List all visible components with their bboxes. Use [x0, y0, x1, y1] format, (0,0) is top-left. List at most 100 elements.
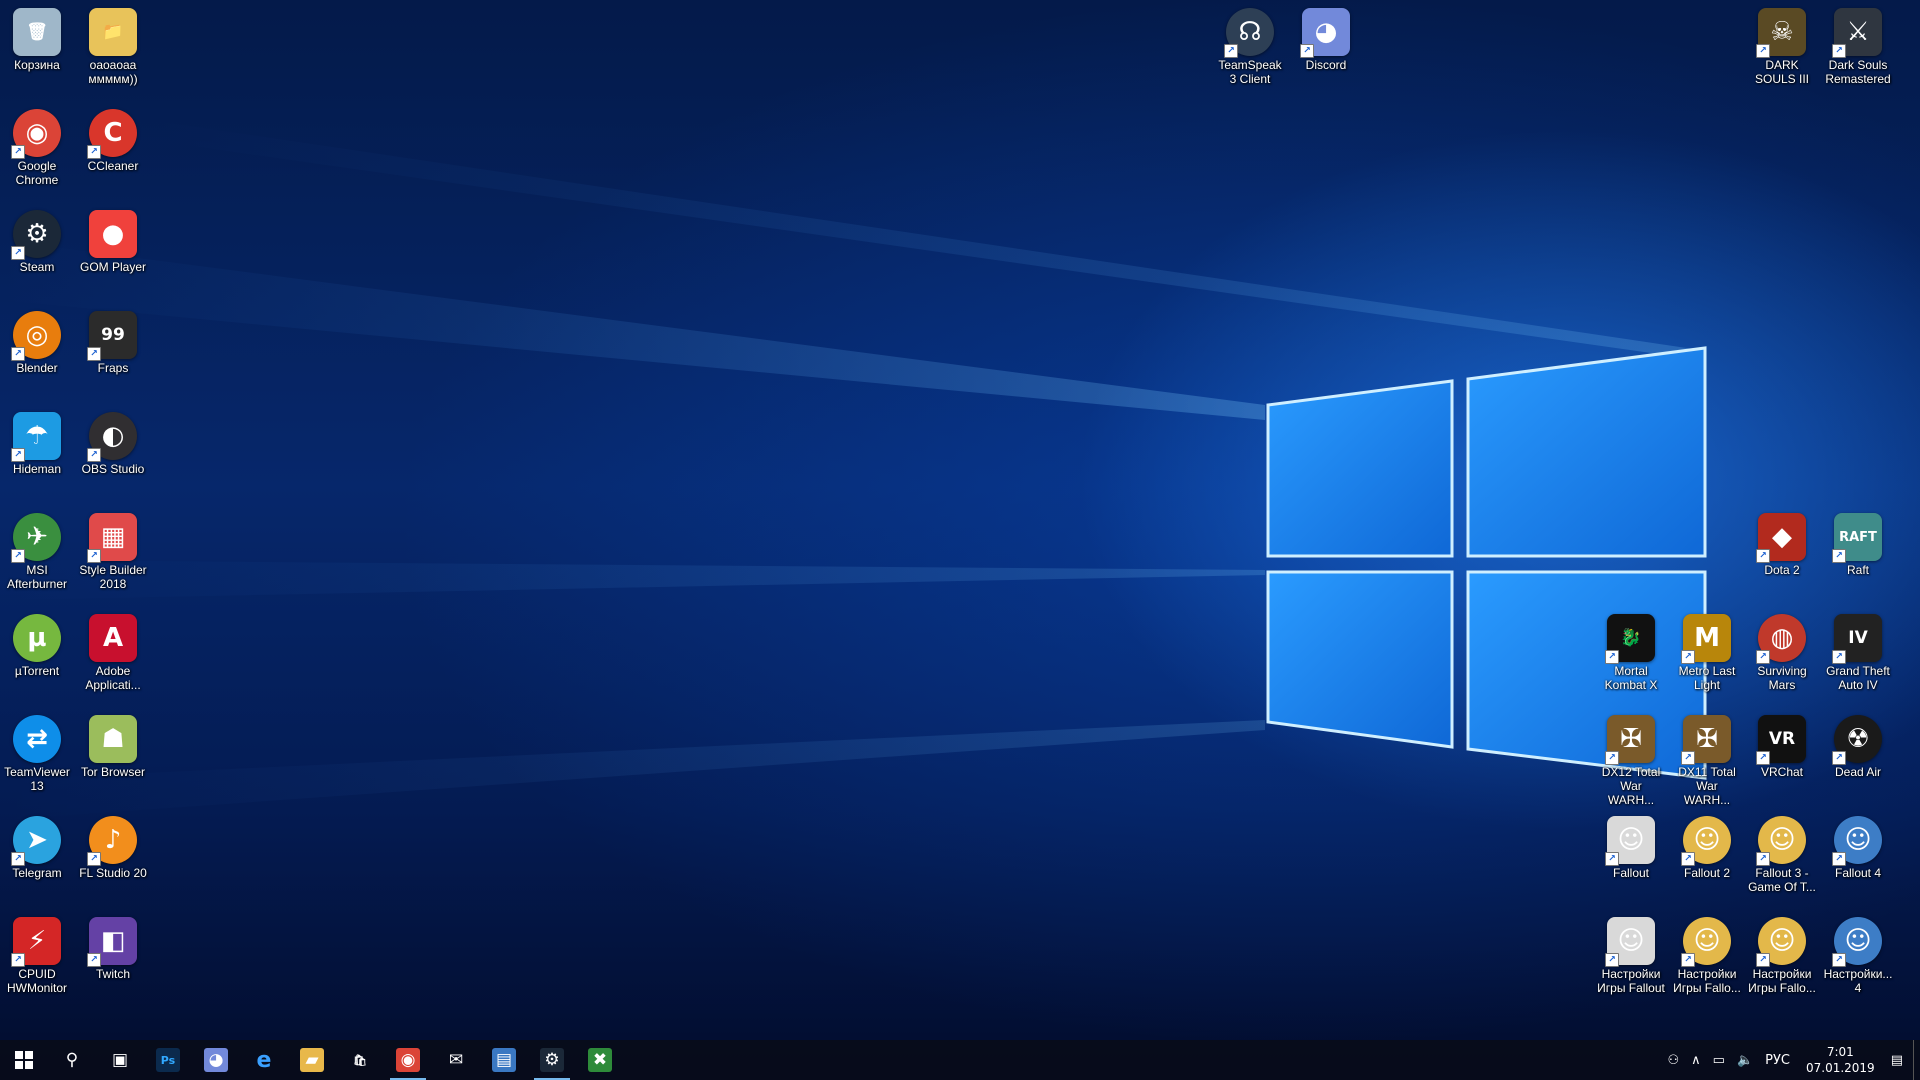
- desktop-icon-label: Fallout 4: [1834, 866, 1882, 880]
- desktop-icon-label: Dead Air: [1834, 765, 1882, 779]
- desktop-icon-obs-studio[interactable]: ◐ ↗ OBS Studio: [77, 408, 149, 476]
- shortcut-arrow-icon: ↗: [1756, 953, 1770, 967]
- desktop-icon-fallout[interactable]: ☺ ↗ Fallout: [1595, 812, 1667, 880]
- taskbar-mail-button[interactable]: ✉: [432, 1040, 480, 1080]
- photoshop-icon: Ps: [156, 1048, 180, 1072]
- show-desktop-button[interactable]: [1913, 1040, 1920, 1080]
- desktop-icon-raft[interactable]: RAFT ↗ Raft: [1822, 509, 1894, 577]
- desktop-icon-dark-souls-3[interactable]: ☠ ↗ DARK SOULS III: [1746, 4, 1818, 86]
- shortcut-arrow-icon: ↗: [1756, 852, 1770, 866]
- desktop-icon-teamviewer[interactable]: ⇄ TeamViewer 13: [1, 711, 73, 793]
- desktop-icon-surviving-mars[interactable]: ◍ ↗ Surviving Mars: [1746, 610, 1818, 692]
- desktop-icon-google-chrome[interactable]: ◉ ↗ Google Chrome: [1, 105, 73, 187]
- desktop-icon-dota-2[interactable]: ◆ ↗ Dota 2: [1746, 509, 1818, 577]
- desktop-icon-vrchat[interactable]: VR ↗ VRChat: [1746, 711, 1818, 779]
- desktop-icon-fallout-2-settings[interactable]: ☺ ↗ Настройки Игры Fallo...: [1671, 913, 1743, 995]
- style-builder-icon: ▦ ↗: [87, 513, 137, 563]
- language-indicator[interactable]: РУС: [1759, 1040, 1796, 1080]
- desktop-icon-label: µTorrent: [14, 664, 60, 678]
- start-button[interactable]: [0, 1040, 48, 1080]
- desktop-icon-fraps[interactable]: 99 ↗ Fraps: [77, 307, 149, 375]
- shortcut-arrow-icon: ↗: [87, 145, 101, 159]
- shortcut-arrow-icon: ↗: [87, 953, 101, 967]
- desktop-icon-fallout-4-settings[interactable]: ☺ ↗ Настройки... 4: [1822, 913, 1894, 995]
- shortcut-arrow-icon: ↗: [1681, 953, 1695, 967]
- desktop-icon-ccleaner[interactable]: C ↗ CCleaner: [77, 105, 149, 173]
- desktop-icon-adobe-application[interactable]: A Adobe Applicati...: [77, 610, 149, 692]
- shortcut-arrow-icon: ↗: [11, 448, 25, 462]
- taskbar-window-button[interactable]: ▤: [480, 1040, 528, 1080]
- desktop-icon-label: Fallout 3 - Game Of T...: [1748, 866, 1816, 894]
- desktop-icon-label: Adobe Applicati...: [85, 664, 141, 692]
- shortcut-arrow-icon: ↗: [1756, 549, 1770, 563]
- msi-afterburner-icon: ✈ ↗: [11, 513, 61, 563]
- desktop-icon-fallout-2[interactable]: ☺ ↗ Fallout 2: [1671, 812, 1743, 880]
- desktop-icon-label: Style Builder 2018: [79, 563, 147, 591]
- desktop-icon-teamspeak[interactable]: ☊ ↗ TeamSpeak 3 Client: [1214, 4, 1286, 86]
- desktop-icon-dx11-total-war[interactable]: ✠ ↗ DX11 Total War WARH...: [1671, 711, 1743, 807]
- desktop-icon-label: FL Studio 20: [79, 866, 147, 880]
- taskbar-photoshop-button[interactable]: Ps: [144, 1040, 192, 1080]
- dark-souls-3-icon: ☠ ↗: [1756, 8, 1806, 58]
- desktop-icon-folder[interactable]: 📁 оаоаоаа ммммм)): [77, 4, 149, 86]
- taskbar-discord-button[interactable]: ◕: [192, 1040, 240, 1080]
- fraps-icon: 99 ↗: [87, 311, 137, 361]
- desktop-icon-metro-last-light[interactable]: M ↗ Metro Last Light: [1671, 610, 1743, 692]
- desktop-icon-tor-browser[interactable]: ☗ Tor Browser: [77, 711, 149, 779]
- desktop-icon-cpuid-hwmonitor[interactable]: ⚡ ↗ CPUID HWMonitor: [1, 913, 73, 995]
- people-icon[interactable]: ⚇: [1661, 1040, 1685, 1080]
- chevron-up-icon[interactable]: ∧: [1685, 1040, 1707, 1080]
- desktop-icon-label: Fallout 2: [1683, 866, 1731, 880]
- desktop-icon-dark-souls-remastered[interactable]: ⚔ ↗ Dark Souls Remastered: [1822, 4, 1894, 86]
- desktop-icon-hideman[interactable]: ☂ ↗ Hideman: [1, 408, 73, 476]
- taskbar-store-button[interactable]: 🛍: [336, 1040, 384, 1080]
- clock[interactable]: 7:01 07.01.2019: [1796, 1044, 1885, 1076]
- desktop-icon-telegram[interactable]: ➤ ↗ Telegram: [1, 812, 73, 880]
- shortcut-arrow-icon: ↗: [1756, 44, 1770, 58]
- desktop-icon-recycle-bin[interactable]: 🗑 Корзина: [1, 4, 73, 72]
- desktop-icon-blender[interactable]: ◎ ↗ Blender: [1, 307, 73, 375]
- adobe-application-icon: A: [89, 614, 137, 662]
- desktop-icon-gta-4[interactable]: IV ↗ Grand Theft Auto IV: [1822, 610, 1894, 692]
- desktop-icon-steam[interactable]: ⚙ ↗ Steam: [1, 206, 73, 274]
- taskbar-steam-button[interactable]: ⚙: [528, 1040, 576, 1080]
- taskbar-file-explorer-button[interactable]: ▰: [288, 1040, 336, 1080]
- recycle-bin-icon: 🗑: [13, 8, 61, 56]
- fl-studio-icon: ♪ ↗: [87, 816, 137, 866]
- desktop-icon-fl-studio[interactable]: ♪ ↗ FL Studio 20: [77, 812, 149, 880]
- xbox-icon: ✖: [588, 1048, 612, 1072]
- desktop-icon-dead-air[interactable]: ☢ ↗ Dead Air: [1822, 711, 1894, 779]
- taskbar-chrome-button[interactable]: ◉: [384, 1040, 432, 1080]
- desktop-icon-utorrent[interactable]: µ µTorrent: [1, 610, 73, 678]
- taskbar-edge-button[interactable]: e: [240, 1040, 288, 1080]
- desktop-icon-style-builder[interactable]: ▦ ↗ Style Builder 2018: [77, 509, 149, 591]
- desktop-icon-fallout-3[interactable]: ☺ ↗ Fallout 3 - Game Of T...: [1746, 812, 1818, 894]
- taskbar-search-button[interactable]: ⚲: [48, 1040, 96, 1080]
- desktop-icon-fallout-3-settings[interactable]: ☺ ↗ Настройки Игры Fallo...: [1746, 913, 1818, 995]
- desktop-icon-msi-afterburner[interactable]: ✈ ↗ MSI Afterburner: [1, 509, 73, 591]
- desktop-icon-dx12-total-war[interactable]: ✠ ↗ DX12 Total War WARH...: [1595, 711, 1667, 807]
- desktop-icon-gom-player[interactable]: ● GOM Player: [77, 206, 149, 274]
- shortcut-arrow-icon: ↗: [1605, 650, 1619, 664]
- shortcut-arrow-icon: ↗: [1832, 953, 1846, 967]
- desktop-icon-label: Настройки Игры Fallo...: [1748, 967, 1816, 995]
- desktop-icon-discord[interactable]: ◕ ↗ Discord: [1290, 4, 1362, 72]
- desktop-icon-label: Tor Browser: [80, 765, 145, 779]
- shortcut-arrow-icon: ↗: [1300, 44, 1314, 58]
- desktop-icon-mortal-kombat-x[interactable]: 🐉 ↗ Mortal Kombat X: [1595, 610, 1667, 692]
- volume-icon[interactable]: 🔈: [1731, 1040, 1759, 1080]
- desktop-icon-label: Metro Last Light: [1678, 664, 1736, 692]
- taskbar-task-view-button[interactable]: ▣: [96, 1040, 144, 1080]
- taskbar-xbox-button[interactable]: ✖: [576, 1040, 624, 1080]
- desktop-icon-fallout-settings[interactable]: ☺ ↗ Настройки Игры Fallout: [1595, 913, 1667, 995]
- discord-icon: ◕ ↗: [1300, 8, 1350, 58]
- discord-icon: ◕: [204, 1048, 228, 1072]
- desktop-icon-label: Raft: [1846, 563, 1869, 577]
- desktop-icon-fallout-4[interactable]: ☺ ↗ Fallout 4: [1822, 812, 1894, 880]
- network-icon[interactable]: ▭: [1707, 1040, 1731, 1080]
- shortcut-arrow-icon: ↗: [1605, 953, 1619, 967]
- desktop-icon-twitch[interactable]: ◧ ↗ Twitch: [77, 913, 149, 981]
- notification-icon[interactable]: ▤: [1885, 1040, 1909, 1080]
- system-tray: ⚇ ∧ ▭ 🔈 РУС 7:01 07.01.2019 ▤: [1661, 1040, 1920, 1080]
- teamviewer-icon: ⇄: [13, 715, 61, 763]
